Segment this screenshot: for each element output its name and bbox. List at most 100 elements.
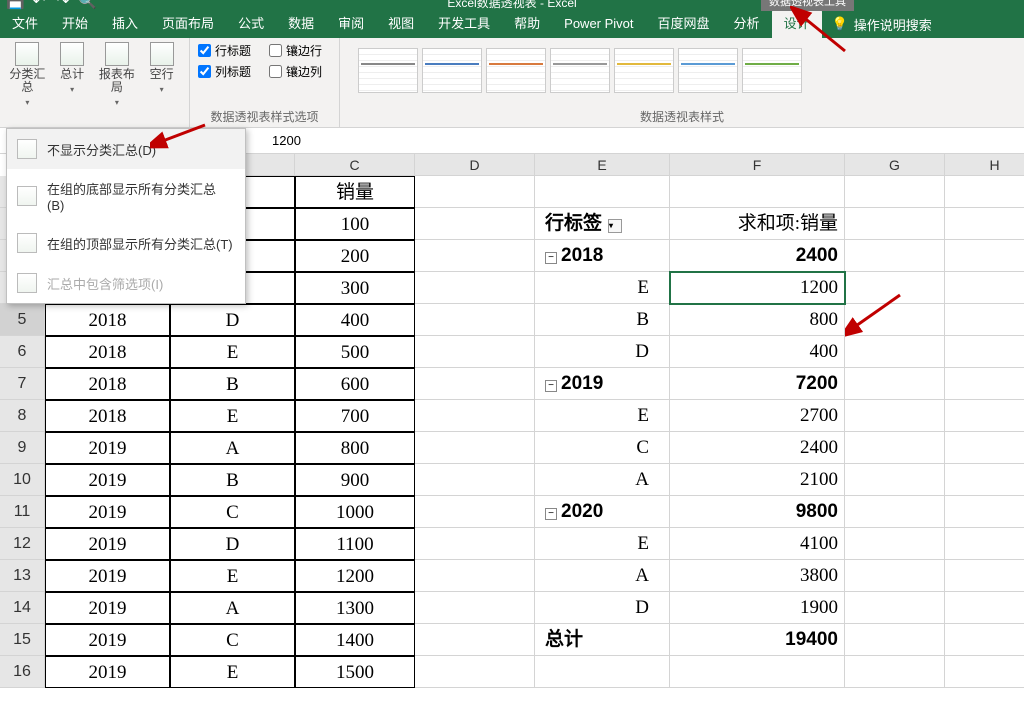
cell[interactable]: D [535, 336, 670, 368]
redo-icon[interactable]: ↷ [54, 0, 72, 10]
cell[interactable]: 求和项:销量 [670, 208, 845, 240]
cell[interactable]: 400 [670, 336, 845, 368]
cell[interactable]: 1400 [295, 624, 415, 656]
reportlayout-button[interactable]: 报表布局 ▾ [98, 42, 137, 109]
style-swatch[interactable] [550, 48, 610, 93]
cell[interactable]: B [535, 304, 670, 336]
cell[interactable]: C [170, 496, 295, 528]
cell[interactable]: 2018 [45, 368, 170, 400]
cell[interactable] [535, 656, 670, 688]
collapse-icon[interactable]: − [545, 508, 557, 520]
cell[interactable]: E [535, 272, 670, 304]
cell[interactable] [945, 432, 1024, 464]
cell[interactable] [845, 240, 945, 272]
cell[interactable] [845, 368, 945, 400]
col-header[interactable]: E [535, 154, 670, 176]
tab-formulas[interactable]: 公式 [226, 10, 276, 38]
row-header[interactable]: 16 [0, 656, 45, 688]
cell[interactable] [415, 560, 535, 592]
cell[interactable]: E [535, 400, 670, 432]
dropdown-item-top[interactable]: 在组的顶部显示所有分类汇总(T) [7, 223, 245, 263]
grandtotals-button[interactable]: 总计 ▾ [53, 42, 92, 109]
cell[interactable] [415, 272, 535, 304]
cell[interactable] [415, 240, 535, 272]
undo-icon[interactable]: ↶ [30, 0, 48, 10]
cell[interactable] [945, 176, 1024, 208]
filter-icon[interactable]: ▾ [608, 219, 622, 233]
cell[interactable]: 销量 [295, 176, 415, 208]
cell[interactable]: 2019 [45, 464, 170, 496]
cell[interactable] [415, 336, 535, 368]
cell[interactable]: 900 [295, 464, 415, 496]
row-header[interactable]: 12 [0, 528, 45, 560]
cell[interactable]: 2400 [670, 240, 845, 272]
cell[interactable] [845, 528, 945, 560]
col-header[interactable]: F [670, 154, 845, 176]
col-header[interactable]: D [415, 154, 535, 176]
cell[interactable] [945, 560, 1024, 592]
cell[interactable]: 500 [295, 336, 415, 368]
row-header[interactable]: 9 [0, 432, 45, 464]
cell[interactable] [945, 464, 1024, 496]
cell[interactable] [415, 496, 535, 528]
cell[interactable]: −2018 [535, 240, 670, 272]
cell[interactable] [945, 496, 1024, 528]
cell[interactable]: −2019 [535, 368, 670, 400]
cell[interactable] [670, 656, 845, 688]
tab-data[interactable]: 数据 [276, 10, 326, 38]
tab-analyze[interactable]: 分析 [722, 10, 772, 38]
cell[interactable] [945, 624, 1024, 656]
cell[interactable] [415, 624, 535, 656]
cell[interactable]: 1200 [295, 560, 415, 592]
tab-home[interactable]: 开始 [50, 10, 100, 38]
col-header[interactable]: C [295, 154, 415, 176]
bandedcols-checkbox[interactable]: 镶边列 [269, 63, 322, 80]
tab-view[interactable]: 视图 [376, 10, 426, 38]
cell[interactable]: A [535, 560, 670, 592]
rowheaders-checkbox[interactable]: 行标题 [198, 42, 251, 59]
cell[interactable]: C [170, 624, 295, 656]
cell[interactable] [845, 592, 945, 624]
cell[interactable]: 1300 [295, 592, 415, 624]
cell[interactable]: 1900 [670, 592, 845, 624]
cell[interactable]: E [170, 336, 295, 368]
tab-help[interactable]: 帮助 [502, 10, 552, 38]
cell[interactable]: E [170, 400, 295, 432]
cell[interactable]: E [535, 528, 670, 560]
dropdown-item-bottom[interactable]: 在组的底部显示所有分类汇总(B) [7, 169, 245, 223]
cell[interactable] [415, 304, 535, 336]
cell[interactable] [845, 176, 945, 208]
row-header[interactable]: 8 [0, 400, 45, 432]
tab-powerpivot[interactable]: Power Pivot [552, 10, 645, 38]
style-swatch[interactable] [486, 48, 546, 93]
tab-insert[interactable]: 插入 [100, 10, 150, 38]
cell[interactable]: 2019 [45, 656, 170, 688]
cell[interactable]: B [170, 464, 295, 496]
row-header[interactable]: 5 [0, 304, 45, 336]
cell[interactable]: 2019 [45, 496, 170, 528]
search-icon[interactable]: 🔍 [78, 0, 96, 10]
cell[interactable]: 400 [295, 304, 415, 336]
cell[interactable]: 2100 [670, 464, 845, 496]
cell[interactable] [415, 176, 535, 208]
row-header[interactable]: 7 [0, 368, 45, 400]
cell[interactable] [945, 592, 1024, 624]
cell[interactable]: 600 [295, 368, 415, 400]
cell[interactable]: 1500 [295, 656, 415, 688]
col-header[interactable]: H [945, 154, 1024, 176]
cell[interactable]: 1200 [670, 272, 845, 304]
cell[interactable] [845, 496, 945, 528]
cell[interactable]: C [535, 432, 670, 464]
cell[interactable] [845, 208, 945, 240]
cell[interactable]: 1000 [295, 496, 415, 528]
save-icon[interactable]: 💾 [6, 0, 24, 10]
cell[interactable] [845, 656, 945, 688]
cell[interactable]: 2019 [45, 624, 170, 656]
tab-pagelayout[interactable]: 页面布局 [150, 10, 226, 38]
cell[interactable]: 100 [295, 208, 415, 240]
cell[interactable]: −2020 [535, 496, 670, 528]
cell[interactable]: A [170, 432, 295, 464]
style-swatch[interactable] [678, 48, 738, 93]
cell[interactable] [945, 272, 1024, 304]
cell[interactable] [945, 304, 1024, 336]
